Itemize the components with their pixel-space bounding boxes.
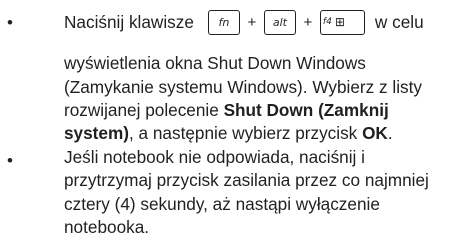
item1-tail: w celu bbox=[374, 11, 424, 32]
instruction-document: • Naciśnij klawisze fn + alt + f4 ⊞ w ce… bbox=[0, 0, 463, 252]
item1-line5: system), a następnie wybierz przycisk OK… bbox=[64, 123, 393, 143]
item2-line4: notebooka. bbox=[64, 217, 150, 237]
item1-line5-text: , a następnie wybierz przycisk bbox=[128, 123, 363, 143]
shut-down-option-label-end: system) bbox=[64, 123, 129, 143]
item1-line4-text: rozwijanej polecenie bbox=[64, 100, 224, 120]
item2-line2: przytrzymaj przycisk zasilania przez co … bbox=[64, 170, 429, 190]
plus-sign: + bbox=[303, 13, 313, 31]
item2-line1: Jeśli notebook nie odpowiada, naciśnij i bbox=[64, 147, 365, 167]
alt-key-icon: alt bbox=[263, 9, 296, 35]
item2-line3: cztery (4) sekundy, aż nastąpi wyłączeni… bbox=[64, 194, 380, 214]
item1-line2: wyświetlenia okna Shut Down Windows bbox=[64, 53, 366, 73]
ok-button-label: OK bbox=[362, 123, 388, 143]
item1-line4: rozwijanej polecenie Shut Down (Zamknij bbox=[64, 100, 389, 120]
plus-sign: + bbox=[247, 13, 257, 31]
fn-key-label: fn bbox=[218, 15, 230, 29]
f4-key-icon: f4 ⊞ bbox=[319, 9, 365, 35]
item1-line5-period: . bbox=[387, 123, 393, 143]
bullet-1: • bbox=[7, 13, 13, 32]
window-icon: ⊞ bbox=[334, 15, 345, 29]
alt-key-label: alt bbox=[272, 15, 287, 29]
f4-key-label: f4 bbox=[322, 17, 332, 27]
item1-first-line: Naciśnij klawisze fn + alt + f4 ⊞ w celu bbox=[64, 6, 424, 38]
shut-down-option-label: Shut Down (Zamknij bbox=[223, 100, 389, 120]
fn-key-icon: fn bbox=[207, 9, 240, 35]
item1-lead: Naciśnij klawisze bbox=[64, 11, 194, 32]
item1-line3: (Zamykanie systemu Windows). Wybierz z l… bbox=[64, 77, 422, 97]
bullet-2: • bbox=[7, 151, 13, 170]
